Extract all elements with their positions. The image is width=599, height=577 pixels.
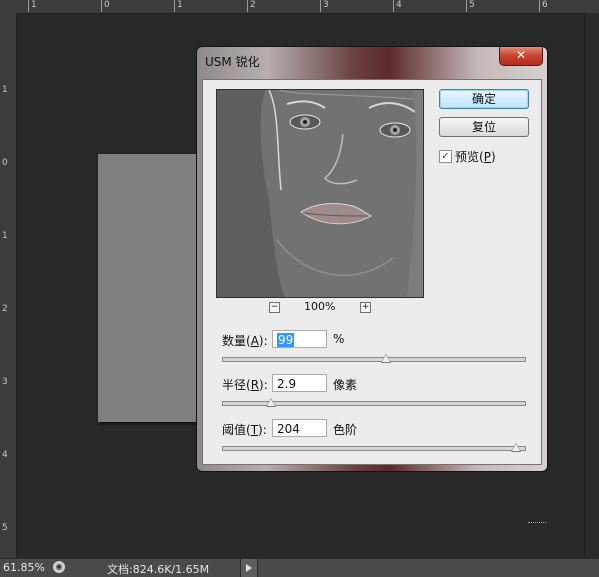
threshold-label: 阈值(T): [222, 421, 267, 438]
canvas-artifact [528, 522, 546, 524]
zoom-in-button[interactable]: + [360, 302, 371, 313]
ruler-label: 5 [466, 0, 475, 12]
ruler-corner [0, 0, 17, 14]
amount-slider[interactable] [222, 354, 526, 363]
amount-value: 99 [277, 333, 295, 347]
document-size: 文档:824.6K/1.65M [107, 563, 210, 576]
vertical-ruler[interactable]: 1 0 1 2 3 4 5 [0, 13, 17, 558]
ruler-label: 1 [28, 0, 37, 12]
dialog-body: − 100% + 确定 复位 ✓ 预览(P) 数量(A): 99 % 半径(R)… [202, 79, 542, 465]
zoom-percentage[interactable]: 61.85% [3, 561, 45, 574]
ruler-label: 6 [539, 0, 548, 12]
label-text: ) [490, 150, 496, 164]
threshold-unit: 色阶 [333, 423, 358, 437]
label-text: 阈值( [222, 423, 251, 437]
amount-input[interactable]: 99 [272, 330, 327, 348]
dialog-title: USM 锐化 [205, 55, 260, 69]
amount-slider-thumb[interactable] [381, 354, 392, 363]
amount-unit: % [333, 332, 345, 346]
horizontal-ruler[interactable]: 1 0 1 2 3 4 5 6 [0, 0, 599, 14]
ruler-label: 2 [247, 0, 256, 12]
amount-label: 数量(A): [222, 332, 268, 349]
ruler-label: 0 [101, 0, 110, 12]
radius-input[interactable]: 2.9 [272, 374, 327, 392]
label-accesskey: R [250, 378, 260, 392]
label-text: ): [259, 378, 268, 392]
close-button[interactable]: ✕ [499, 47, 543, 66]
unsharp-mask-dialog: USM 锐化 ✕ − 100% + 确定 复位 ✓ 预览(P) 数量(A): 9… [196, 46, 548, 472]
ruler-label: 1 [2, 231, 8, 241]
label-accesskey: T [250, 423, 259, 437]
threshold-input[interactable]: 204 [272, 419, 327, 437]
label-text: 数量( [222, 334, 251, 348]
ruler-label: 3 [2, 377, 8, 387]
ruler-label: 4 [393, 0, 402, 12]
threshold-slider-thumb[interactable] [510, 443, 521, 452]
ruler-label: 4 [2, 450, 8, 460]
document-canvas[interactable] [98, 154, 208, 422]
status-bar: 61.85% ◉ 文档:824.6K/1.65M [0, 558, 599, 577]
ok-button[interactable]: 确定 [439, 89, 529, 109]
ruler-label: 1 [2, 85, 8, 95]
ruler-label: 3 [320, 0, 329, 12]
label-text: ): [258, 423, 267, 437]
ruler-label: 5 [2, 523, 8, 533]
preview-checkbox[interactable]: ✓ [439, 150, 452, 163]
threshold-slider[interactable] [222, 443, 526, 452]
zoom-level: 100% [304, 300, 336, 313]
ruler-label: 2 [2, 304, 8, 314]
label-text: ): [258, 334, 268, 348]
label-accesskey: A [250, 334, 259, 348]
label-text: 预览( [455, 150, 484, 164]
status-menu-arrow-icon[interactable] [240, 559, 258, 577]
vertical-scrollbar[interactable] [584, 13, 599, 558]
preview-image[interactable] [216, 89, 424, 298]
zoom-out-button[interactable]: − [269, 302, 280, 313]
radius-slider[interactable] [222, 398, 526, 407]
document-info-icon[interactable]: ◉ [53, 561, 65, 573]
label-text: 半径( [222, 378, 251, 392]
radius-label: 半径(R): [222, 376, 268, 393]
radius-unit: 像素 [333, 378, 358, 392]
ruler-label: 1 [174, 0, 183, 12]
preview-label[interactable]: 预览(P) [455, 148, 496, 165]
label-accesskey: P [483, 150, 491, 164]
radius-slider-thumb[interactable] [266, 398, 277, 407]
face-preview-graphic [217, 90, 423, 297]
ruler-label: 0 [2, 158, 8, 168]
reset-button[interactable]: 复位 [439, 117, 529, 137]
